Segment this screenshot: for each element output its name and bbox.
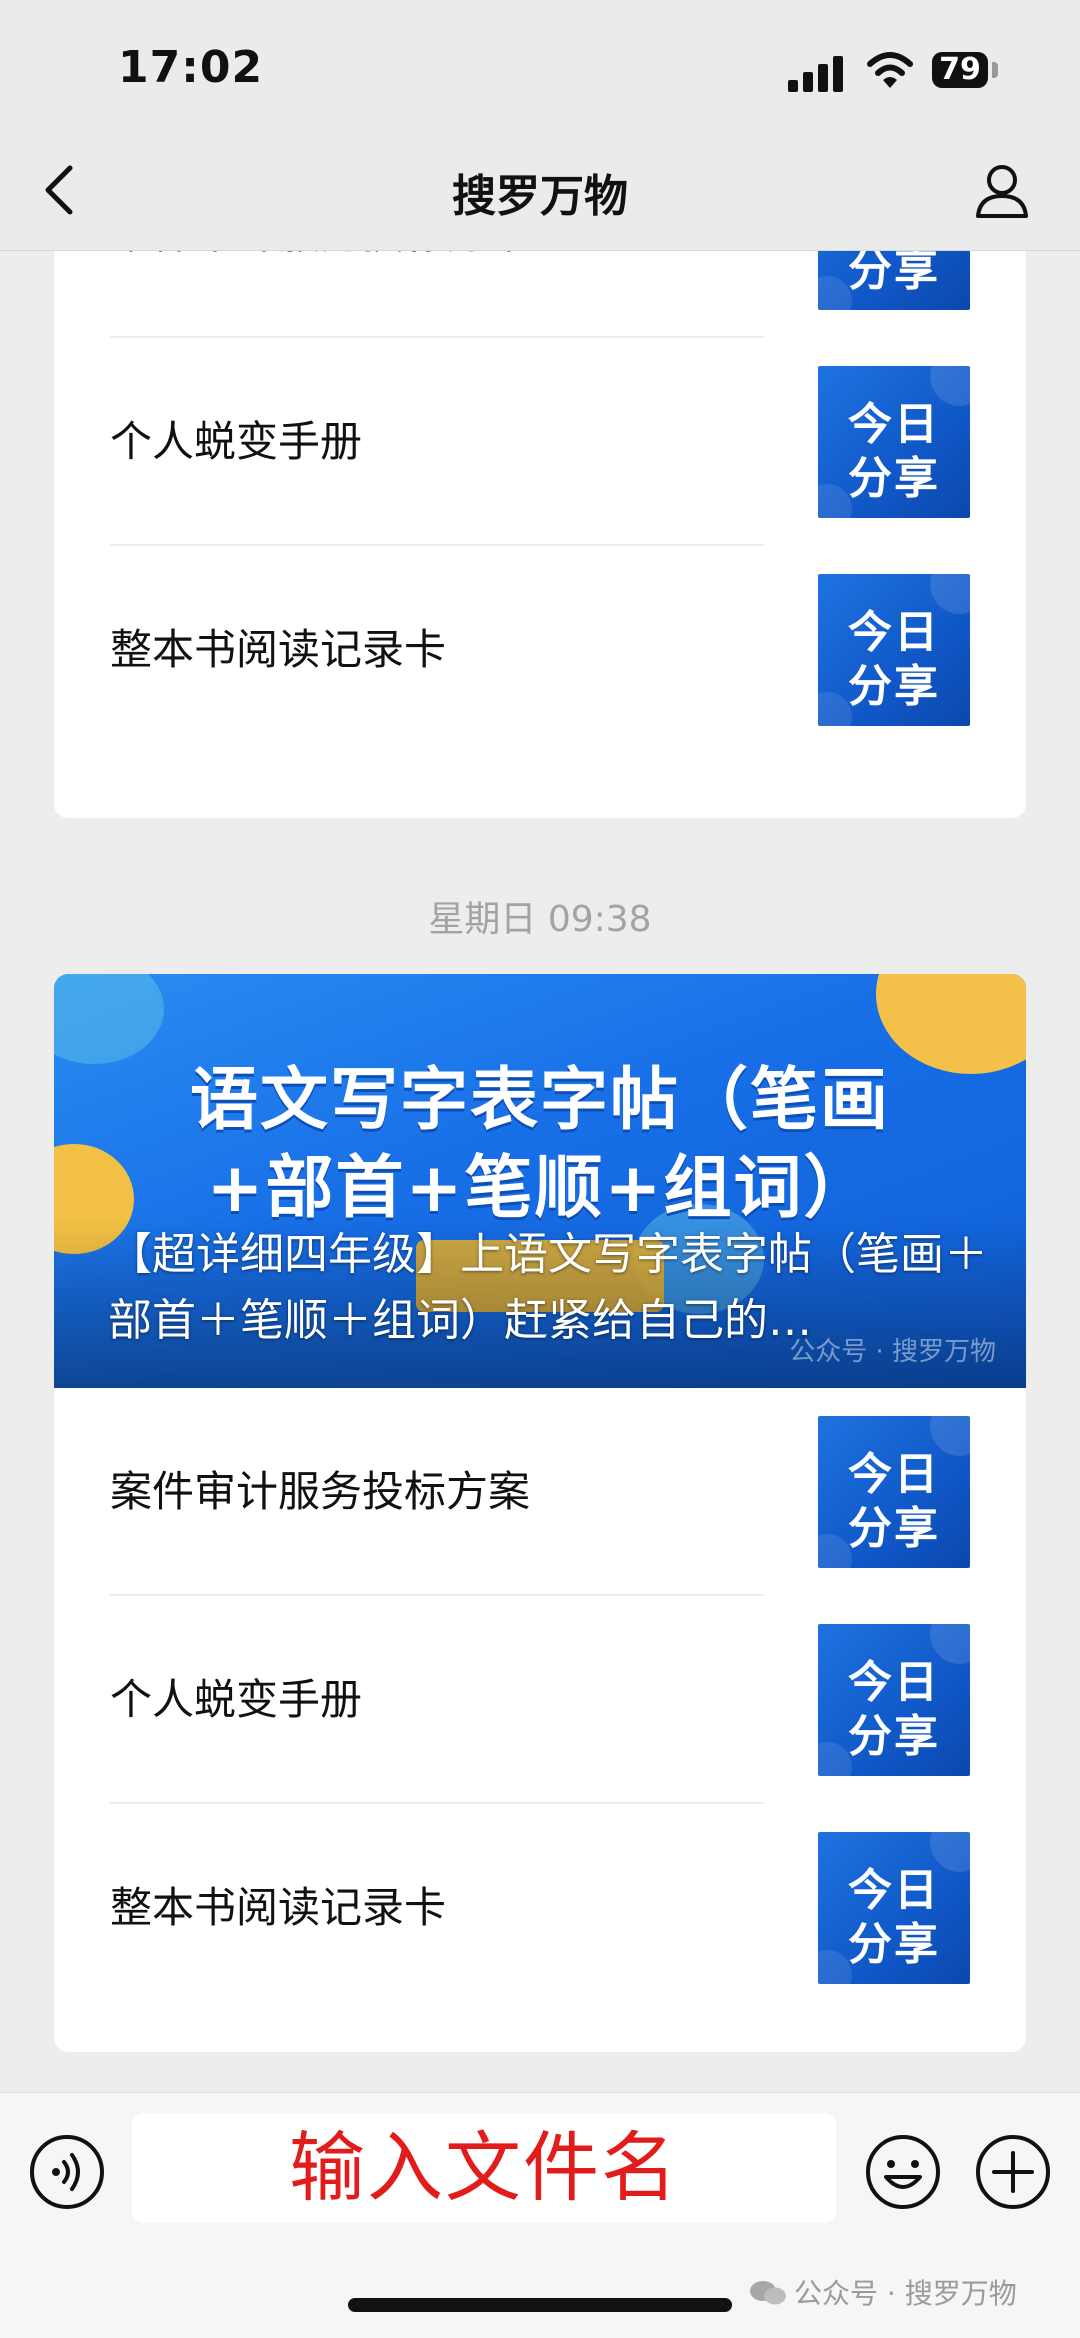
page-title: 搜罗万物: [452, 171, 628, 222]
list-item[interactable]: 整本书阅读记录卡 今日 分享: [54, 1804, 1026, 2012]
top-bar: 17:02 79 搜罗万物: [0, 0, 1080, 251]
thumbnail-text-line2: 分享: [848, 1711, 940, 1762]
article-title: 案件审计服务投标方案: [110, 1467, 531, 1516]
message-input[interactable]: 输入文件名: [132, 2113, 836, 2223]
footer-watermark-text: 公众号 · 搜罗万物: [794, 2277, 1017, 2310]
status-time: 17:02: [118, 42, 264, 93]
article-thumbnail: 今日 分享: [818, 574, 970, 726]
message-timestamp: 星期日 09:38: [428, 899, 652, 940]
voice-icon[interactable]: [28, 2133, 106, 2211]
thumbnail-text-line2: 分享: [848, 1503, 940, 1554]
plus-icon[interactable]: [974, 2133, 1052, 2211]
article-title: 整本书阅读记录卡: [110, 625, 447, 674]
banner-watermark: 公众号 · 搜罗万物: [789, 1337, 996, 1367]
article-thumbnail: 今日 分享: [818, 366, 970, 518]
article-title: 个人蜕变手册: [110, 417, 363, 466]
thumbnail-text-line2: 分享: [848, 661, 940, 712]
article-banner[interactable]: 语文写字表字帖（笔画 +部首+笔顺+组词） 【超详细四年级】上语文写字表字帖（笔…: [54, 974, 1026, 1388]
banner-headline-line1: 语文写字表字帖（笔画: [189, 1061, 890, 1140]
article-thumbnail: 今日 分享: [818, 1832, 970, 1984]
profile-icon[interactable]: [972, 160, 1032, 220]
list-item[interactable]: 个人蜕变手册 今日 分享: [54, 1596, 1026, 1804]
list-item[interactable]: 案件审计服务投标方案 今日 分享: [54, 1388, 1026, 1596]
list-item[interactable]: 整本书阅读记录卡 今日 分享: [54, 546, 1026, 754]
wifi-icon: [867, 52, 913, 88]
thumbnail-text-line2: 分享: [848, 453, 940, 504]
home-indicator[interactable]: [348, 2298, 732, 2312]
article-thumbnail: 今日 分享: [818, 1624, 970, 1776]
list-item[interactable]: 个人蜕变手册 今日 分享: [54, 338, 1026, 546]
banner-headline-line2: +部首+笔顺+组词）: [206, 1149, 874, 1228]
emoji-icon[interactable]: [864, 2133, 942, 2211]
article-thumbnail: 今日 分享: [818, 1416, 970, 1568]
article-title: 整本书阅读记录卡: [110, 1883, 447, 1932]
battery-indicator: 79: [932, 52, 988, 88]
thumbnail-text-line2: 分享: [848, 1919, 940, 1970]
wechat-icon: [750, 2281, 786, 2305]
article-card: 语文写字表字帖（笔画 +部首+笔顺+组词） 【超详细四年级】上语文写字表字帖（笔…: [54, 974, 1026, 2052]
battery-tip: [992, 62, 998, 78]
article-card-previous: 案件审计服务投标方案 今日 分享 个人蜕变手册 今日 分享 整本书阅读记录卡 今…: [54, 170, 1026, 818]
cellular-signal-icon: [788, 52, 844, 92]
article-title: 个人蜕变手册: [110, 1675, 363, 1724]
footer-watermark: 公众号 · 搜罗万物: [748, 2272, 1017, 2312]
